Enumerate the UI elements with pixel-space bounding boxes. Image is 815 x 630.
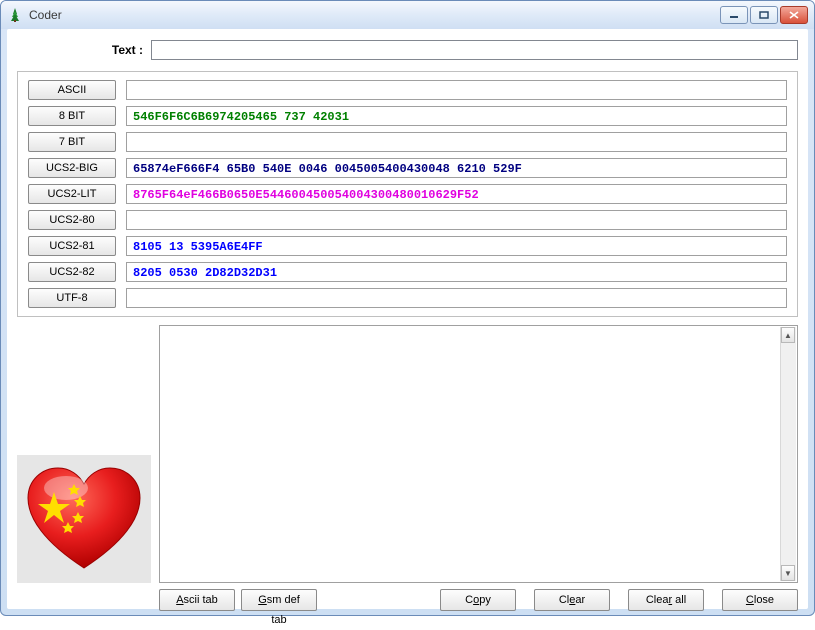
encoding-row-ucs2lit: UCS2-LIT 8765F64eF466B0650E5446004500540… <box>28 184 787 204</box>
ascii-field[interactable] <box>126 80 787 100</box>
maximize-icon <box>759 11 769 19</box>
ucs2lit-button[interactable]: UCS2-LIT <box>28 184 116 204</box>
toolbar-left-group: Ascii tab Gsm def tab <box>159 589 317 611</box>
8bit-field[interactable]: 546F6F6C6B6974205465 737 42031 <box>126 106 787 126</box>
encoding-row-ucs280: UCS2-80 <box>28 210 787 230</box>
toolbar-right-group: Copy Clear Clear all Close <box>440 589 798 611</box>
encoding-row-utf8: UTF-8 <box>28 288 787 308</box>
7bit-field[interactable] <box>126 132 787 152</box>
window-controls <box>720 6 808 24</box>
encoding-row-ucs282: UCS2-82 8205 0530 2D82D32D31 <box>28 262 787 282</box>
log-textarea[interactable]: ▲ ▼ <box>159 325 798 583</box>
ascii-button[interactable]: ASCII <box>28 80 116 100</box>
ucs280-button[interactable]: UCS2-80 <box>28 210 116 230</box>
encoding-row-ucs2big: UCS2-BIG 65874eF666F4 65B0 540E 0046 004… <box>28 158 787 178</box>
close-button[interactable]: Close <box>722 589 798 611</box>
window-title: Coder <box>29 8 720 22</box>
text-input[interactable] <box>151 40 798 60</box>
ascii-tab-button[interactable]: Ascii tab <box>159 589 235 611</box>
7bit-button[interactable]: 7 BIT <box>28 132 116 152</box>
client-area: Text : ASCII 8 BIT 546F6F6C6B6974205465 … <box>7 29 808 609</box>
ucs2big-field[interactable]: 65874eF666F4 65B0 540E 0046 004500540043… <box>126 158 787 178</box>
copy-button[interactable]: Copy <box>440 589 516 611</box>
encodings-panel: ASCII 8 BIT 546F6F6C6B6974205465 737 420… <box>17 71 798 317</box>
ucs281-field[interactable]: 8105 13 5395A6E4FF <box>126 236 787 256</box>
titlebar[interactable]: Coder <box>1 1 814 29</box>
app-icon <box>7 7 23 23</box>
scroll-down-button[interactable]: ▼ <box>781 565 795 581</box>
ucs2lit-field[interactable]: 8765F64eF466B0650E5446004500540043004800… <box>126 184 787 204</box>
heart-china-flag-icon <box>24 464 144 574</box>
ucs282-field[interactable]: 8205 0530 2D82D32D31 <box>126 262 787 282</box>
clear-all-button[interactable]: Clear all <box>628 589 704 611</box>
ucs281-button[interactable]: UCS2-81 <box>28 236 116 256</box>
close-icon <box>789 11 799 19</box>
close-window-button[interactable] <box>780 6 808 24</box>
ucs2big-button[interactable]: UCS2-BIG <box>28 158 116 178</box>
text-row: Text : <box>17 39 798 61</box>
ucs280-field[interactable] <box>126 210 787 230</box>
encoding-row-ascii: ASCII <box>28 80 787 100</box>
app-window: Coder Text : ASCII 8 BIT 546F <box>0 0 815 616</box>
minimize-icon <box>729 11 739 19</box>
minimize-button[interactable] <box>720 6 748 24</box>
clear-button[interactable]: Clear <box>534 589 610 611</box>
utf8-field[interactable] <box>126 288 787 308</box>
encoding-row-ucs281: UCS2-81 8105 13 5395A6E4FF <box>28 236 787 256</box>
lower-area: ▲ ▼ <box>17 325 798 583</box>
vertical-scrollbar[interactable]: ▲ ▼ <box>780 327 796 581</box>
utf8-button[interactable]: UTF-8 <box>28 288 116 308</box>
maximize-button[interactable] <box>750 6 778 24</box>
8bit-button[interactable]: 8 BIT <box>28 106 116 126</box>
ucs282-button[interactable]: UCS2-82 <box>28 262 116 282</box>
scroll-up-button[interactable]: ▲ <box>781 327 795 343</box>
image-column <box>17 325 151 583</box>
text-label: Text : <box>17 39 151 61</box>
encoding-row-8bit: 8 BIT 546F6F6C6B6974205465 737 42031 <box>28 106 787 126</box>
heart-flag-image <box>17 455 151 583</box>
gsm-def-tab-button[interactable]: Gsm def tab <box>241 589 317 611</box>
bottom-toolbar: Ascii tab Gsm def tab Copy Clear Clear a… <box>17 589 798 611</box>
encoding-row-7bit: 7 BIT <box>28 132 787 152</box>
